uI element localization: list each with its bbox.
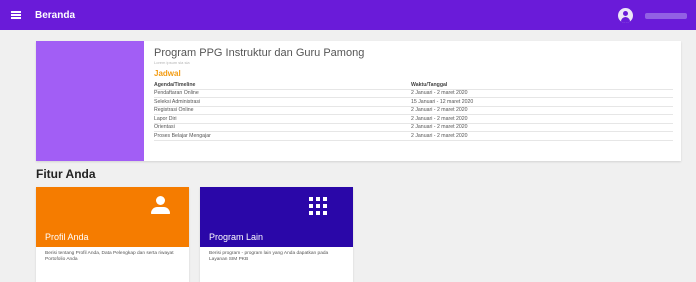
table-row: Registrasi Online 2 Januari - 2 maret 20… xyxy=(154,107,673,115)
schedule-header-row: Agenda/Timeline Waktu/Tanggal xyxy=(154,81,673,90)
date-cell: 2 Januari - 2 maret 2020 xyxy=(411,107,468,114)
table-row: Orientasi 2 Januari - 2 maret 2020 xyxy=(154,124,673,132)
date-cell: 2 Januari - 2 maret 2020 xyxy=(411,90,468,97)
table-row: Pendaftaran Online 2 Januari - 2 maret 2… xyxy=(154,90,673,98)
program-subtitle: Lorem ipsum sia sia xyxy=(154,60,190,65)
agenda-cell: Seleksi Administrasi xyxy=(154,98,201,105)
program-title: Program PPG Instruktur dan Guru Pamong xyxy=(154,47,365,59)
page-title: Beranda xyxy=(35,9,76,21)
date-cell: 2 Januari - 2 maret 2020 xyxy=(411,132,468,139)
table-row: Seleksi Administrasi 15 Januari - 12 mar… xyxy=(154,98,673,107)
date-cell: 2 Januari - 2 maret 2020 xyxy=(411,115,468,122)
menu-icon[interactable] xyxy=(11,11,21,19)
person-icon xyxy=(151,196,170,214)
schedule-table: Agenda/Timeline Waktu/Tanggal Pendaftara… xyxy=(154,81,673,141)
table-row: Proses Belajar Mengajar 2 Januari - 2 ma… xyxy=(154,132,673,141)
feature-description: Berisi program - program lain yang Anda … xyxy=(209,251,329,263)
column-header-date: Waktu/Tanggal xyxy=(411,81,448,88)
program-card[interactable]: Program PPG Instruktur dan Guru Pamong L… xyxy=(36,41,681,161)
table-row: Lapor Diri 2 Januari - 2 maret 2020 xyxy=(154,115,673,124)
program-thumbnail xyxy=(36,41,144,161)
feature-title: Program Lain xyxy=(209,232,264,242)
feature-title: Profil Anda xyxy=(45,232,89,242)
feature-card-profile[interactable]: Profil Anda Berisi tentang Profil Anda, … xyxy=(36,187,189,282)
features-heading: Fitur Anda xyxy=(36,167,96,181)
feature-card-other-programs[interactable]: Program Lain Berisi program - program la… xyxy=(200,187,353,282)
apps-grid-icon xyxy=(309,197,327,215)
agenda-cell: Pendaftaran Online xyxy=(154,90,199,97)
column-header-agenda: Agenda/Timeline xyxy=(154,81,196,88)
account-circle-icon[interactable] xyxy=(618,8,633,23)
agenda-cell: Orientasi xyxy=(154,124,175,131)
date-cell: 15 Januari - 12 maret 2020 xyxy=(411,98,474,105)
user-name-redacted[interactable] xyxy=(645,13,687,19)
agenda-cell: Lapor Diri xyxy=(154,115,177,122)
schedule-heading: Jadwal xyxy=(154,69,181,78)
feature-description: Berisi tentang Profil Anda, Data Pelengk… xyxy=(45,251,174,263)
agenda-cell: Registrasi Online xyxy=(154,107,194,114)
app-bar: Beranda xyxy=(0,0,696,30)
date-cell: 2 Januari - 2 maret 2020 xyxy=(411,124,468,131)
agenda-cell: Proses Belajar Mengajar xyxy=(154,132,211,139)
